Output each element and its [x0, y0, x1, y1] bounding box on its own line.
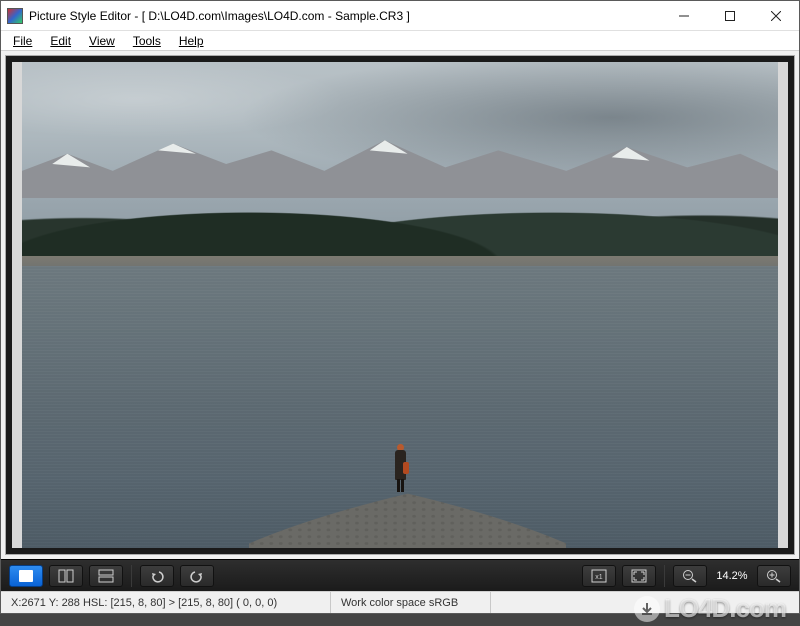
fit-screen-button[interactable] — [622, 565, 656, 587]
minimize-button[interactable] — [661, 1, 707, 30]
image-content — [22, 62, 778, 548]
window-title: Picture Style Editor - [ D:\LO4D.com\Ima… — [29, 9, 661, 23]
view-split-vertical-button[interactable] — [49, 565, 83, 587]
window-controls — [661, 1, 799, 30]
zoom-out-button[interactable] — [673, 565, 707, 587]
actual-size-button[interactable]: x1 — [582, 565, 616, 587]
app-icon — [7, 8, 23, 24]
canvas-outer — [5, 55, 795, 555]
person-in-image — [392, 444, 409, 493]
redo-button[interactable] — [180, 565, 214, 587]
menu-edit[interactable]: Edit — [42, 32, 79, 50]
view-split-horizontal-button[interactable] — [89, 565, 123, 587]
menu-tools[interactable]: Tools — [125, 32, 169, 50]
svg-text:x1: x1 — [595, 574, 603, 581]
status-spacer — [491, 592, 799, 613]
close-button[interactable] — [753, 1, 799, 30]
view-single-button[interactable] — [9, 565, 43, 587]
canvas-frame — [1, 51, 799, 559]
image-viewport[interactable] — [12, 62, 788, 548]
title-bar: Picture Style Editor - [ D:\LO4D.com\Ima… — [1, 1, 799, 31]
app-window: Picture Style Editor - [ D:\LO4D.com\Ima… — [0, 0, 800, 614]
view-toolbar: x1 14.2% — [1, 559, 799, 591]
zoom-level-label: 14.2% — [713, 570, 751, 582]
status-bar: X:2671 Y: 288 HSL: [215, 8, 80] > [215, … — [1, 591, 799, 613]
maximize-button[interactable] — [707, 1, 753, 30]
viewport-pad-left — [12, 62, 22, 548]
zoom-in-button[interactable] — [757, 565, 791, 587]
menu-file[interactable]: File — [5, 32, 40, 50]
viewport-pad-right — [778, 62, 788, 548]
undo-button[interactable] — [140, 565, 174, 587]
menu-view[interactable]: View — [81, 32, 123, 50]
menu-bar: File Edit View Tools Help — [1, 31, 799, 51]
menu-help[interactable]: Help — [171, 32, 212, 50]
status-coordinates: X:2671 Y: 288 HSL: [215, 8, 80] > [215, … — [1, 592, 331, 613]
status-colorspace: Work color space sRGB — [331, 592, 491, 613]
